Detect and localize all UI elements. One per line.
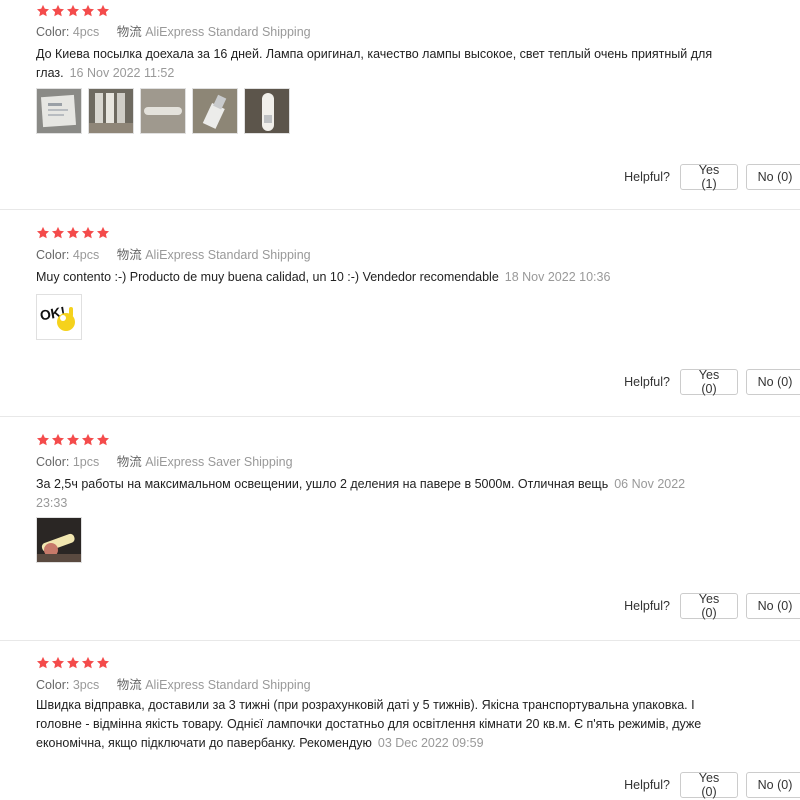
star-icon [81, 226, 95, 240]
star-icon [36, 433, 50, 447]
review-body: Швидка відправка, доставили за 3 тижні (… [36, 698, 702, 750]
lamp-on-carpet-photo[interactable] [140, 88, 186, 134]
helpful-yes-button[interactable]: Yes (0) [680, 368, 738, 396]
review-text: До Киева посылка доехала за 16 дней. Лам… [36, 45, 716, 83]
star-icon [66, 226, 80, 240]
color-label: Color: [36, 455, 70, 469]
star-icon [81, 433, 95, 447]
color-value: 3pcs [72, 678, 100, 692]
star-icon [96, 4, 110, 18]
star-icon [81, 656, 95, 670]
helpful-row: Helpful? Yes (0) No (0) [624, 771, 800, 799]
usb-lamp-photo[interactable] [244, 88, 290, 134]
photo-strip: OK! [36, 294, 82, 340]
star-icon [96, 656, 110, 670]
review-body: За 2,5ч работы на максимальном освещении… [36, 477, 609, 491]
star-icon [96, 433, 110, 447]
star-icon [96, 226, 110, 240]
helpful-row: Helpful? Yes (0) No (0) [624, 592, 800, 620]
star-icon [66, 433, 80, 447]
helpful-no-button[interactable]: No (0) [746, 772, 800, 798]
star-rating [36, 4, 110, 18]
star-icon [81, 4, 95, 18]
lamps-photo[interactable] [88, 88, 134, 134]
review-text: Швидка відправка, доставили за 3 тижні (… [36, 696, 716, 753]
review-text: Muy contento :-) Producto de muy buena c… [36, 268, 716, 287]
photo-strip [36, 517, 82, 563]
review-date: 18 Nov 2022 10:36 [504, 270, 611, 284]
helpful-yes-button[interactable]: Yes (1) [680, 163, 738, 191]
star-rating [36, 226, 110, 240]
helpful-yes-button[interactable]: Yes (0) [680, 592, 738, 620]
shipping-value: AliExpress Saver Shipping [145, 455, 293, 469]
review-item: Color: 3pcs 物流 AliExpress Standard Shipp… [0, 641, 800, 800]
review-item: Color: 1pcs 物流 AliExpress Saver Shipping… [0, 417, 800, 641]
review-date: 16 Nov 2022 11:52 [69, 66, 175, 80]
helpful-label: Helpful? [624, 778, 670, 792]
shipping-value: AliExpress Standard Shipping [145, 248, 311, 262]
star-icon [36, 226, 50, 240]
star-icon [66, 4, 80, 18]
shipping-label: 物流 [116, 248, 142, 262]
usb-plug-photo[interactable] [192, 88, 238, 134]
star-icon [51, 226, 65, 240]
star-icon [36, 4, 50, 18]
helpful-no-button[interactable]: No (0) [746, 593, 800, 619]
package-photo[interactable] [36, 88, 82, 134]
color-label: Color: [36, 25, 70, 39]
review-text: За 2,5ч работы на максимальном освещении… [36, 475, 716, 513]
review-body: Muy contento :-) Producto de muy buena c… [36, 270, 499, 284]
review-feed: Color: 4pcs 物流 AliExpress Standard Shipp… [0, 0, 800, 800]
review-meta: Color: 4pcs 物流 AliExpress Standard Shipp… [36, 24, 311, 40]
helpful-row: Helpful? Yes (0) No (0) [624, 368, 800, 396]
star-icon [51, 433, 65, 447]
star-icon [66, 656, 80, 670]
helpful-yes-button[interactable]: Yes (0) [680, 771, 738, 799]
shipping-value: AliExpress Standard Shipping [145, 678, 311, 692]
helpful-no-button[interactable]: No (0) [746, 164, 800, 190]
ok-hand-sticker[interactable]: OK! [36, 294, 82, 340]
helpful-label: Helpful? [624, 170, 670, 184]
shipping-label: 物流 [116, 455, 142, 469]
star-icon [36, 656, 50, 670]
review-item: Color: 4pcs 物流 AliExpress Standard Shipp… [0, 0, 800, 210]
helpful-label: Helpful? [624, 599, 670, 613]
review-date: 03 Dec 2022 09:59 [377, 736, 484, 750]
helpful-label: Helpful? [624, 375, 670, 389]
shipping-value: AliExpress Standard Shipping [145, 25, 311, 39]
color-label: Color: [36, 678, 70, 692]
shipping-label: 物流 [116, 678, 142, 692]
star-icon [51, 656, 65, 670]
color-value: 4pcs [72, 248, 100, 262]
helpful-no-button[interactable]: No (0) [746, 369, 800, 395]
lamp-glowing-photo[interactable] [36, 517, 82, 563]
review-item: Color: 4pcs 物流 AliExpress Standard Shipp… [0, 210, 800, 417]
color-value: 1pcs [72, 455, 100, 469]
photo-strip [36, 88, 290, 134]
color-label: Color: [36, 248, 70, 262]
shipping-label: 物流 [116, 25, 142, 39]
review-meta: Color: 3pcs 物流 AliExpress Standard Shipp… [36, 677, 311, 693]
color-value: 4pcs [72, 25, 100, 39]
star-rating [36, 656, 110, 670]
helpful-row: Helpful? Yes (1) No (0) [624, 163, 800, 191]
review-meta: Color: 4pcs 物流 AliExpress Standard Shipp… [36, 247, 311, 263]
review-meta: Color: 1pcs 物流 AliExpress Saver Shipping [36, 454, 293, 470]
star-rating [36, 433, 110, 447]
star-icon [51, 4, 65, 18]
